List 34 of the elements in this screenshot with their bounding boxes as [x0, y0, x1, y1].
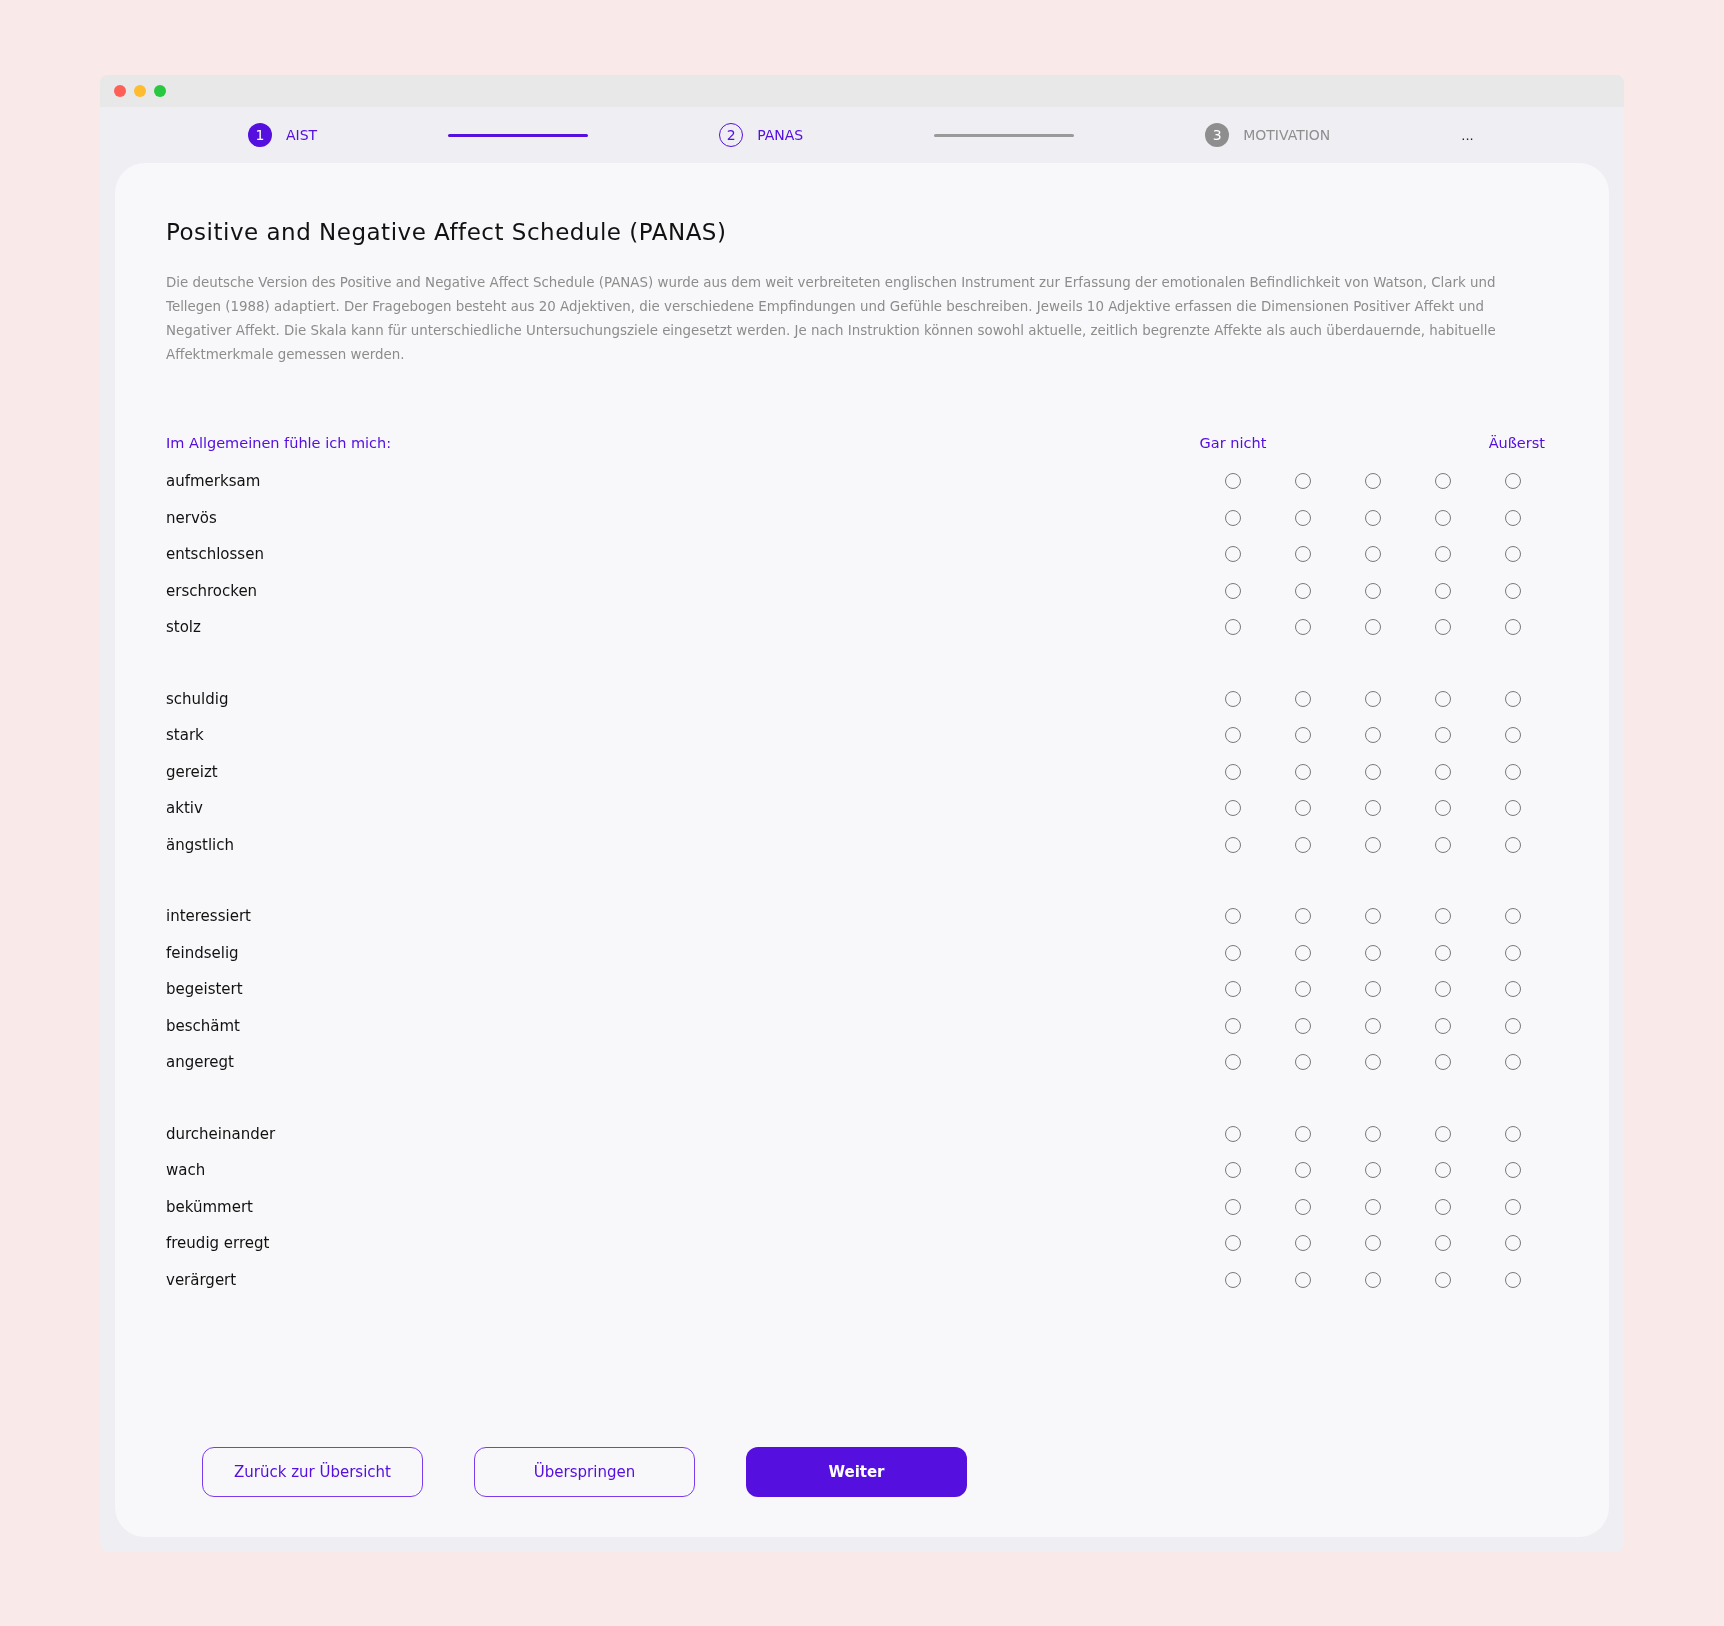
item-label: schuldig [166, 689, 230, 708]
window-control[interactable] [114, 85, 126, 97]
item-label: stolz [166, 618, 202, 637]
secondary-button[interactable]: Überspringen [474, 1447, 695, 1497]
item-label: nervös [166, 508, 218, 527]
item-label: freudig erregt [166, 1234, 271, 1253]
page-title: Positive and Negative Affect Schedule (PANAS) [166, 219, 728, 245]
item-label: erschrocken [166, 581, 259, 600]
item-label: gereizt [166, 762, 219, 781]
item-label: interessiert [166, 907, 252, 926]
scale-label: Äußerst [1488, 435, 1545, 451]
question-prompt: Im Allgemeinen fühle ich mich: [166, 435, 393, 451]
more-steps: ... [1461, 127, 1474, 143]
item-label: begeistert [166, 980, 244, 999]
next-button[interactable]: Weiter [746, 1447, 967, 1497]
step-number[interactable]: 1 [248, 123, 272, 147]
scale-label: Gar nicht [1199, 435, 1267, 451]
description: Die deutsche Version des Positive and Negative Affect Schedule (PANAS) wurde aus dem weit verbreiteten englischen Instrument zur Erfassung der emotionalen Befindlichkeit von Watson, Clark und Tellegen (1988) adaptiert. Der Fragebogen besteht aus 20 Adjektiven, die verschiedene Empfindungen und Gefühle beschreiben. Jeweils 10 Adjektive erfassen die Dimensionen Positiver Affekt und Negativer Affekt. Die Skala kann für unterschiedliche Untersuchungsziele eingesetzt werden. Je nach Instruktion können sowohl aktuelle, zeitlich begrenzte Affekte als auch überdauernde, habituelle Affektmerkmale gemessen werden. [166, 274, 1497, 364]
item-label: aktiv [166, 799, 204, 818]
item-label: verärgert [166, 1270, 238, 1289]
item-label: ängstlich [166, 835, 235, 854]
item-label: angeregt [166, 1053, 235, 1072]
item-label: aufmerksam [166, 472, 262, 491]
step-label[interactable]: AIST [286, 127, 318, 143]
step-label[interactable]: PANAS [757, 127, 804, 143]
item-label: beschämt [166, 1016, 241, 1035]
item-label: bekümmert [166, 1197, 254, 1216]
radio-button[interactable] [1505, 908, 1521, 925]
item-label: wach [166, 1161, 207, 1180]
item-label: feindselig [166, 943, 240, 962]
item-label: stark [166, 726, 205, 745]
item-label: entschlossen [166, 545, 265, 564]
secondary-button[interactable]: Zurück zur Übersicht [202, 1447, 423, 1497]
item-label: durcheinander [166, 1124, 277, 1143]
